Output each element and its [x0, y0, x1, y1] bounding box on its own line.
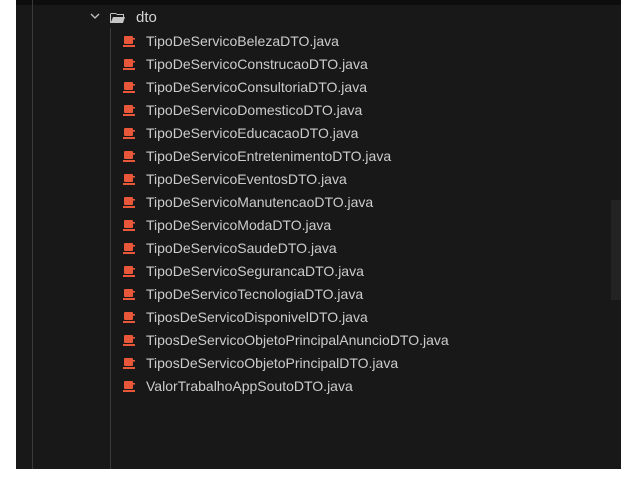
- file-item[interactable]: TipoDeServicoBelezaDTO.java: [16, 30, 621, 53]
- java-file-icon: [123, 288, 136, 301]
- file-item[interactable]: TiposDeServicoObjetoPrincipalAnuncioDTO.…: [16, 329, 621, 352]
- file-name: TipoDeServicoDomesticoDTO.java: [146, 102, 363, 118]
- file-item[interactable]: TipoDeServicoConsultoriaDTO.java: [16, 76, 621, 99]
- java-file-icon: [123, 81, 136, 94]
- java-file-icon: [123, 357, 136, 370]
- file-item[interactable]: TipoDeServicoManutencaoDTO.java: [16, 191, 621, 214]
- file-item[interactable]: TipoDeServicoSaudeDTO.java: [16, 237, 621, 260]
- file-name: TipoDeServicoBelezaDTO.java: [146, 33, 339, 49]
- file-name: TipoDeServicoTecnologiaDTO.java: [146, 286, 364, 302]
- java-file-icon: [123, 311, 136, 324]
- chevron-down-icon[interactable]: [89, 10, 101, 22]
- panel-top-border: [16, 0, 621, 5]
- file-name: TipoDeServicoEventosDTO.java: [146, 171, 347, 187]
- java-file-icon: [123, 196, 136, 209]
- file-name: TiposDeServicoObjetoPrincipalAnuncioDTO.…: [146, 332, 449, 348]
- java-file-icon: [123, 380, 136, 393]
- file-item[interactable]: TipoDeServicoEntretenimentoDTO.java: [16, 145, 621, 168]
- file-explorer-panel: dto TipoDeServicoBelezaDTO.java TipoDeSer…: [16, 0, 621, 469]
- java-file-icon: [123, 173, 136, 186]
- java-file-icon: [123, 150, 136, 163]
- java-file-icon: [123, 127, 136, 140]
- file-name: TipoDeServicoModaDTO.java: [146, 217, 332, 233]
- file-item[interactable]: TipoDeServicoEventosDTO.java: [16, 168, 621, 191]
- file-name: TipoDeServicoConsultoriaDTO.java: [146, 79, 367, 95]
- file-item[interactable]: TipoDeServicoDomesticoDTO.java: [16, 99, 621, 122]
- java-file-icon: [123, 219, 136, 232]
- file-item[interactable]: TipoDeServicoTecnologiaDTO.java: [16, 283, 621, 306]
- java-file-icon: [123, 265, 136, 278]
- file-name: ValorTrabalhoAppSoutoDTO.java: [146, 378, 353, 394]
- file-name: TipoDeServicoEntretenimentoDTO.java: [146, 148, 392, 164]
- file-name: TipoDeServicoConstrucaoDTO.java: [146, 56, 368, 72]
- file-item[interactable]: TiposDeServicoObjetoPrincipalDTO.java: [16, 352, 621, 375]
- file-name: TiposDeServicoObjetoPrincipalDTO.java: [146, 355, 399, 371]
- java-file-icon: [123, 104, 136, 117]
- file-name: TipoDeServicoSegurancaDTO.java: [146, 263, 364, 279]
- file-name: TipoDeServicoManutencaoDTO.java: [146, 194, 374, 210]
- file-item[interactable]: TipoDeServicoEducacaoDTO.java: [16, 122, 621, 145]
- file-name: TiposDeServicoDisponivelDTO.java: [146, 309, 368, 325]
- java-file-icon: [123, 58, 136, 71]
- file-name: TipoDeServicoSaudeDTO.java: [146, 240, 337, 256]
- java-file-icon: [123, 242, 136, 255]
- file-item[interactable]: TipoDeServicoConstrucaoDTO.java: [16, 53, 621, 76]
- file-item[interactable]: TiposDeServicoDisponivelDTO.java: [16, 306, 621, 329]
- folder-open-icon: [110, 11, 126, 23]
- folder-label: dto: [136, 9, 157, 26]
- file-item[interactable]: TipoDeServicoSegurancaDTO.java: [16, 260, 621, 283]
- file-item[interactable]: ValorTrabalhoAppSoutoDTO.java: [16, 375, 621, 398]
- java-file-icon: [123, 35, 136, 48]
- file-item[interactable]: TipoDeServicoModaDTO.java: [16, 214, 621, 237]
- file-name: TipoDeServicoEducacaoDTO.java: [146, 125, 359, 141]
- java-file-icon: [123, 334, 136, 347]
